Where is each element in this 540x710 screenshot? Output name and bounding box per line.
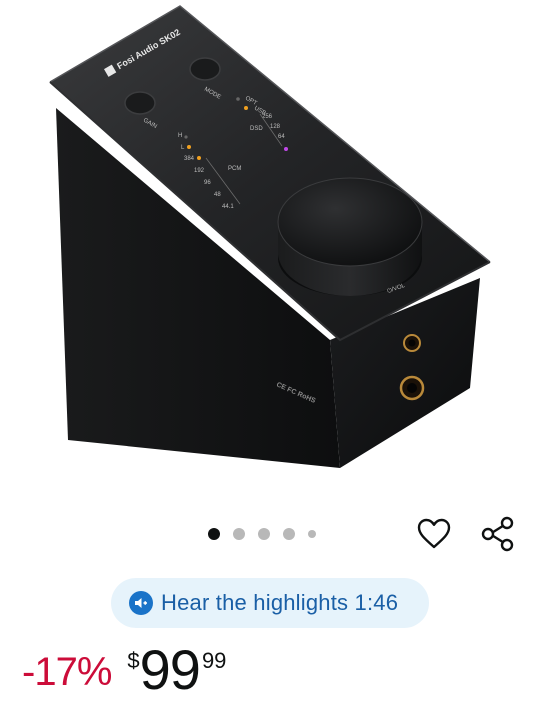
discount-percent: -17%: [22, 650, 112, 694]
price-block: -17% $ 99 99: [22, 642, 226, 702]
svg-text:48: 48: [214, 192, 221, 198]
headphone-jack-small: [403, 334, 421, 352]
mode-button: [189, 57, 221, 81]
share-icon: [481, 516, 514, 552]
svg-text:44.1: 44.1: [222, 204, 234, 210]
volume-knob: [277, 177, 423, 296]
svg-text:DSD: DSD: [250, 126, 263, 132]
speaker-icon: [129, 591, 153, 615]
carousel-dot[interactable]: [283, 528, 295, 540]
carousel-dot[interactable]: [258, 528, 270, 540]
price-currency: $: [127, 648, 140, 673]
gain-button: [124, 91, 156, 115]
svg-text:192: 192: [194, 168, 205, 174]
heart-icon: [417, 518, 451, 549]
svg-text:H: H: [178, 133, 182, 139]
svg-text:PCM: PCM: [228, 166, 241, 172]
share-button[interactable]: [478, 514, 518, 554]
carousel-dot-active[interactable]: [208, 528, 220, 540]
price-fraction: 99: [201, 648, 227, 673]
price-whole: 99: [139, 638, 201, 701]
svg-text:64: 64: [278, 134, 285, 140]
product-image[interactable]: Fosi Audio SK02 MODE GAIN OPT USB 256 12…: [0, 0, 540, 500]
carousel-dot[interactable]: [308, 530, 316, 538]
highlights-label: Hear the highlights 1:46: [161, 590, 399, 615]
favorite-button[interactable]: [414, 514, 454, 554]
image-carousel-indicator[interactable]: [208, 528, 316, 540]
carousel-dot[interactable]: [233, 528, 245, 540]
dac-device-illustration: Fosi Audio SK02 MODE GAIN OPT USB 256 12…: [49, 5, 491, 468]
svg-text:96: 96: [204, 180, 211, 186]
hear-highlights-button[interactable]: Hear the highlights 1:46: [111, 578, 429, 628]
product-detail-page: Fosi Audio SK02 MODE GAIN OPT USB 256 12…: [0, 0, 540, 710]
svg-text:384: 384: [184, 156, 195, 162]
headphone-jack-balanced: [399, 375, 425, 401]
svg-text:128: 128: [270, 124, 281, 130]
